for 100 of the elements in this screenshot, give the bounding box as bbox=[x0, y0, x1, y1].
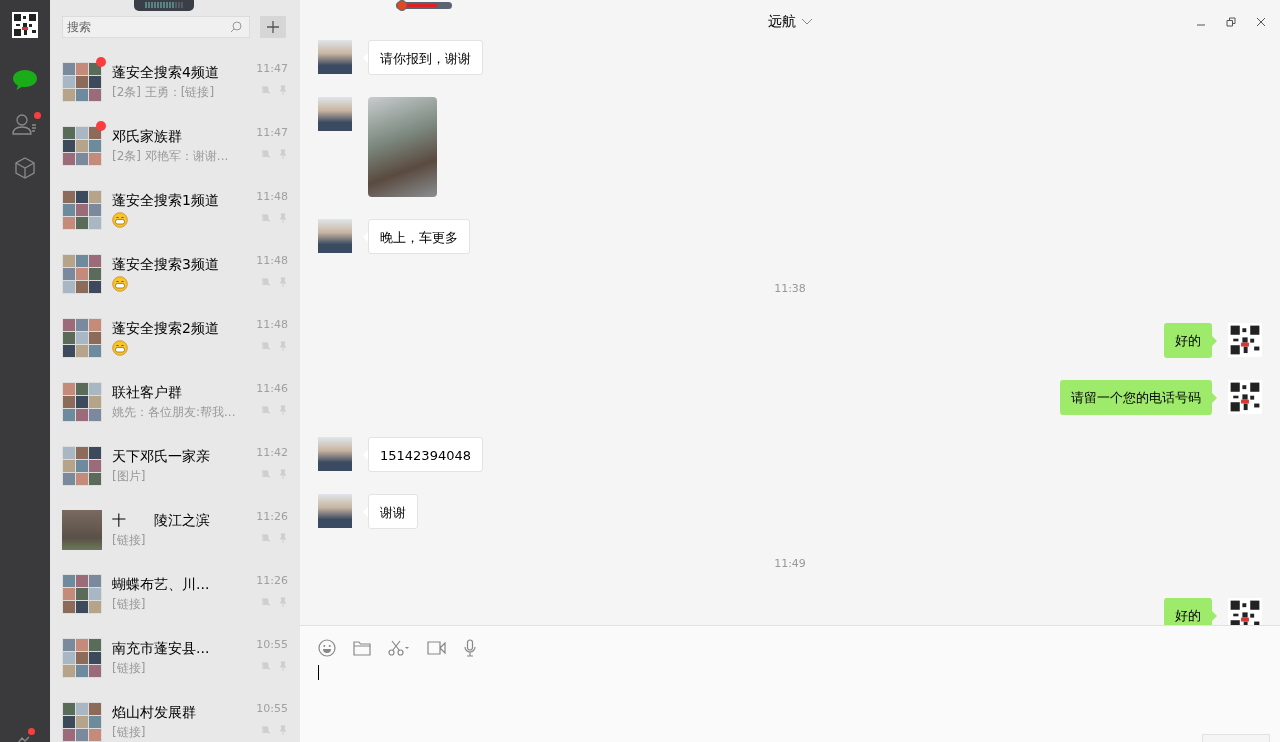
emoji-icon[interactable] bbox=[318, 639, 336, 657]
plus-icon bbox=[266, 20, 280, 34]
box-icon[interactable] bbox=[14, 157, 36, 179]
conversation-item[interactable]: 蓬安全搜索4频道 [2条] 王勇：[链接] 11:47 bbox=[50, 50, 300, 114]
group-avatar bbox=[62, 638, 102, 678]
message-bubble: 请你报到，谢谢 bbox=[368, 40, 483, 75]
photo-placeholder bbox=[62, 510, 102, 550]
group-avatar bbox=[62, 574, 102, 614]
pin-icon bbox=[278, 661, 288, 671]
chat-title: 远航 bbox=[767, 13, 796, 31]
group-avatar bbox=[62, 190, 102, 230]
mute-icon bbox=[261, 85, 271, 95]
user-avatar[interactable] bbox=[1228, 598, 1262, 625]
group-avatar bbox=[62, 382, 102, 422]
conversation-name: 蓬安全搜索4频道 bbox=[112, 63, 220, 81]
mute-icon bbox=[261, 149, 271, 159]
message-bubble: 晚上，车更多 bbox=[368, 219, 470, 254]
message-time: 11:47 bbox=[256, 62, 288, 75]
slider-icon bbox=[395, 0, 453, 12]
mute-icon bbox=[261, 213, 271, 223]
contacts-icon[interactable] bbox=[12, 113, 38, 135]
message-time: 11:26 bbox=[256, 510, 288, 523]
pin-icon bbox=[278, 533, 288, 543]
conversation-item[interactable]: 蓬安全搜索2频道 11:48 bbox=[50, 306, 300, 370]
conversation-item[interactable]: 天下邓氏一家亲 [图片] 11:42 bbox=[50, 434, 300, 498]
pin-icon bbox=[278, 341, 288, 351]
user-avatar bbox=[318, 219, 352, 253]
qr-code-icon[interactable] bbox=[12, 12, 38, 38]
user-avatar bbox=[318, 437, 352, 471]
group-avatar bbox=[62, 62, 102, 102]
mute-icon bbox=[261, 277, 271, 287]
conversation-name: 蓬安全搜索2频道 bbox=[112, 319, 220, 337]
mute-icon bbox=[261, 341, 271, 351]
user-avatar bbox=[318, 40, 352, 74]
mute-icon bbox=[261, 533, 271, 543]
timestamp: 11:38 bbox=[774, 282, 806, 295]
message-time: 11:26 bbox=[256, 574, 288, 587]
message-bubble: 请留一个您的电话号码 bbox=[1060, 380, 1212, 415]
conversation-name: 联社客户群 bbox=[112, 383, 183, 401]
group-avatar bbox=[62, 702, 102, 742]
conversation-item[interactable]: 蓬安全搜索1频道 11:48 bbox=[50, 178, 300, 242]
chevron-down-icon[interactable] bbox=[800, 18, 813, 26]
group-avatar bbox=[62, 446, 102, 486]
conversation-name: 蓬安全搜索3频道 bbox=[112, 255, 220, 273]
add-button[interactable] bbox=[260, 16, 286, 38]
conversation-item[interactable]: 焰山村发展群 [链接] 10:55 bbox=[50, 690, 300, 742]
close-icon[interactable] bbox=[1256, 17, 1266, 27]
conversation-item[interactable]: 南充市蓬安县... [链接] 10:55 bbox=[50, 626, 300, 690]
conversation-name: 天下邓氏一家亲 bbox=[112, 447, 211, 465]
message-preview: [链接] bbox=[112, 724, 147, 740]
message-bubble: 好的 bbox=[1164, 598, 1212, 625]
video-camera-icon[interactable] bbox=[427, 641, 447, 655]
message-bubble: 好的 bbox=[1164, 323, 1212, 358]
grinning-emoji-icon bbox=[112, 276, 128, 292]
mute-icon bbox=[261, 661, 271, 671]
message-time: 11:42 bbox=[256, 446, 288, 459]
pin-icon bbox=[278, 85, 288, 95]
conversation-name: 十 陵江之滨 bbox=[112, 511, 211, 529]
microphone-icon[interactable] bbox=[464, 639, 476, 657]
timestamp: 11:49 bbox=[774, 557, 806, 570]
folder-icon[interactable] bbox=[353, 640, 371, 656]
message-preview: [链接] bbox=[112, 660, 147, 676]
grinning-emoji-icon bbox=[112, 212, 128, 228]
conversation-item[interactable]: 联社客户群 姚先：各位朋友:帮我... 11:46 bbox=[50, 370, 300, 434]
mute-icon bbox=[261, 725, 271, 735]
pin-icon bbox=[278, 725, 288, 735]
audio-level-meter-icon bbox=[134, 0, 194, 11]
pin-icon bbox=[278, 469, 288, 479]
chat-bubble-icon[interactable] bbox=[12, 69, 38, 91]
conversation-item[interactable]: 蓬安全搜索3频道 11:48 bbox=[50, 242, 300, 306]
pin-icon bbox=[278, 149, 288, 159]
message-bubble: 15142394048 bbox=[368, 437, 483, 472]
conversation-item[interactable]: 十 陵江之滨 [链接] 11:26 bbox=[50, 498, 300, 562]
mute-icon bbox=[261, 469, 271, 479]
pin-icon bbox=[278, 405, 288, 415]
conversation-item[interactable]: 邓氏家族群 [2条] 邓艳军：谢谢... 11:47 bbox=[50, 114, 300, 178]
conversation-item[interactable]: 蝴蝶布艺、川... [链接] 11:26 bbox=[50, 562, 300, 626]
user-avatar[interactable] bbox=[1228, 380, 1262, 414]
group-avatar bbox=[62, 126, 102, 166]
message-bubble: 谢谢 bbox=[368, 494, 418, 529]
restore-icon[interactable] bbox=[1226, 17, 1236, 27]
group-avatar bbox=[62, 318, 102, 358]
mute-icon bbox=[261, 597, 271, 607]
search-field[interactable]: 搜索 bbox=[62, 16, 250, 38]
message-time: 11:48 bbox=[256, 254, 288, 267]
photo-placeholder[interactable] bbox=[368, 97, 437, 197]
message-preview: 姚先：各位朋友:帮我... bbox=[112, 404, 237, 420]
message-preview: [图片] bbox=[112, 468, 147, 484]
conversation-name: 蓬安全搜索1频道 bbox=[112, 191, 220, 209]
scissors-icon[interactable] bbox=[388, 640, 410, 656]
search-icon bbox=[230, 21, 242, 33]
conversation-name: 焰山村发展群 bbox=[112, 703, 197, 721]
message-preview: [2条] 邓艳军：谢谢... bbox=[112, 148, 230, 164]
message-time: 11:48 bbox=[256, 190, 288, 203]
message-time: 11:46 bbox=[256, 382, 288, 395]
conversation-name: 邓氏家族群 bbox=[112, 127, 183, 145]
user-avatar[interactable] bbox=[1228, 323, 1262, 357]
grinning-emoji-icon bbox=[112, 340, 128, 356]
message-preview: [链接] bbox=[112, 596, 147, 612]
message-time: 10:55 bbox=[256, 702, 288, 715]
